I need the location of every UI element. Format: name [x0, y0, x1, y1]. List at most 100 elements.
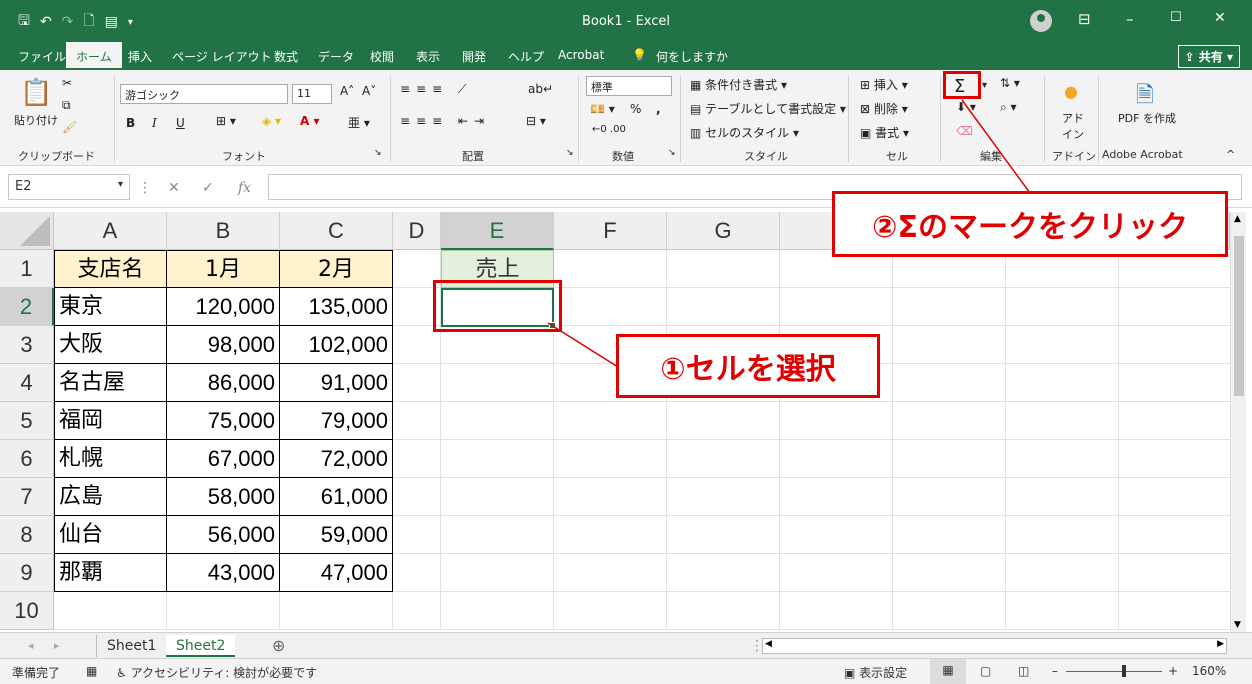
accessibility-button[interactable]: ♿ アクセシビリティ: 検討が必要です [116, 664, 317, 681]
tab-file[interactable]: ファイル [18, 48, 66, 65]
empty-cell[interactable] [393, 440, 441, 478]
zoom-slider-thumb[interactable] [1122, 665, 1126, 677]
autosum-dropdown-icon[interactable]: ▾ [982, 80, 987, 91]
empty-cell[interactable] [780, 440, 893, 478]
empty-cell[interactable] [554, 592, 667, 630]
column-header-a[interactable]: A [54, 212, 167, 250]
empty-cell[interactable] [441, 516, 554, 554]
empty-cell[interactable] [554, 516, 667, 554]
decimal-increase-icon[interactable]: ←0 .00 [592, 124, 626, 135]
vertical-scrollbar[interactable]: ▲ ▼ [1230, 212, 1246, 632]
empty-cell[interactable] [393, 402, 441, 440]
branch-name-cell[interactable]: 東京 [54, 288, 167, 326]
empty-cell[interactable] [667, 250, 780, 288]
empty-cell[interactable] [1006, 402, 1119, 440]
sales-value-cell[interactable]: 102,000 [280, 326, 393, 364]
currency-icon[interactable]: 💴 ▾ [590, 102, 615, 116]
underline-button[interactable]: U [176, 116, 185, 130]
horizontal-scrollbar[interactable]: ◀ ▶ [762, 638, 1227, 654]
empty-cell[interactable] [280, 592, 393, 630]
tab-review[interactable]: 校閲 [370, 48, 394, 65]
sales-value-cell[interactable]: 98,000 [167, 326, 280, 364]
empty-cell[interactable] [1006, 440, 1119, 478]
tab-insert[interactable]: 挿入 [128, 48, 152, 65]
tab-formulas[interactable]: 数式 [274, 48, 298, 65]
percent-button[interactable]: % [630, 102, 641, 116]
sales-value-cell[interactable]: 79,000 [280, 402, 393, 440]
empty-cell[interactable] [893, 478, 1006, 516]
font-dialog-launcher-icon[interactable]: ↘ [374, 148, 382, 158]
row-header-4[interactable]: 4 [0, 364, 54, 402]
empty-cell[interactable] [893, 402, 1006, 440]
empty-cell[interactable] [1119, 402, 1230, 440]
branch-name-cell[interactable]: 那覇 [54, 554, 167, 592]
macro-record-icon[interactable]: ▦ [86, 664, 97, 678]
tab-page-layout[interactable]: ページ レイアウト [172, 48, 272, 65]
empty-cell[interactable] [780, 554, 893, 592]
name-box[interactable]: E2 ▾ [8, 174, 130, 200]
sales-value-cell[interactable]: 67,000 [167, 440, 280, 478]
empty-cell[interactable] [441, 592, 554, 630]
paste-button[interactable]: 貼り付け [14, 112, 58, 128]
row-header-7[interactable]: 7 [0, 478, 54, 516]
ribbon-display-icon[interactable]: ⊟ [1078, 10, 1091, 28]
row-header-6[interactable]: 6 [0, 440, 54, 478]
add-sheet-icon[interactable]: ⊕ [262, 635, 295, 657]
empty-cell[interactable] [667, 402, 780, 440]
empty-cell[interactable] [667, 554, 780, 592]
empty-cell[interactable] [1119, 592, 1230, 630]
row-header-10[interactable]: 10 [0, 592, 54, 630]
scroll-right-icon[interactable]: ▶ [1217, 639, 1224, 649]
sales-value-cell[interactable]: 56,000 [167, 516, 280, 554]
user-avatar-icon[interactable] [1030, 10, 1052, 32]
next-sheet-icon[interactable]: ▸ [44, 635, 70, 657]
shrink-font-icon[interactable]: A˅ [362, 84, 376, 98]
empty-cell[interactable] [554, 402, 667, 440]
column-header-g[interactable]: G [667, 212, 780, 250]
empty-cell[interactable] [893, 516, 1006, 554]
empty-cell[interactable] [893, 364, 1006, 402]
empty-cell[interactable] [893, 440, 1006, 478]
sheet-tab-sheet1[interactable]: Sheet1 [96, 635, 166, 657]
tab-developer[interactable]: 開発 [462, 48, 486, 65]
cut-icon[interactable]: ✂ [62, 76, 72, 90]
header-cell-branch[interactable]: 支店名 [54, 250, 167, 288]
phonetic-icon[interactable]: 亜 ▾ [348, 114, 370, 131]
empty-cell[interactable] [1006, 288, 1119, 326]
number-format-select[interactable]: 標準 [586, 76, 672, 96]
page-break-view-icon[interactable]: ◫ [1018, 664, 1029, 678]
vertical-scroll-thumb[interactable] [1234, 236, 1244, 396]
tell-me-search[interactable]: 何をしますか [656, 48, 728, 65]
row-header-5[interactable]: 5 [0, 402, 54, 440]
grow-font-icon[interactable]: A˄ [340, 84, 354, 98]
collapse-ribbon-icon[interactable]: ^ [1226, 148, 1235, 161]
page-layout-view-icon[interactable]: ▢ [980, 664, 991, 678]
empty-cell[interactable] [554, 440, 667, 478]
share-button[interactable]: ⇪ 共有 ▾ [1177, 45, 1240, 68]
empty-cell[interactable] [1006, 478, 1119, 516]
border-icon[interactable]: ⊞ ▾ [216, 114, 236, 128]
tab-data[interactable]: データ [318, 48, 354, 65]
vertical-align-icons[interactable]: ≡≡≡ ⟋ [400, 82, 472, 97]
empty-cell[interactable] [893, 592, 1006, 630]
wrap-text-icon[interactable]: ab↵ [528, 82, 553, 96]
alignment-dialog-launcher-icon[interactable]: ↘ [566, 148, 574, 158]
scroll-up-icon[interactable]: ▲ [1234, 214, 1241, 224]
empty-cell[interactable] [441, 402, 554, 440]
empty-cell[interactable] [667, 478, 780, 516]
row-header-9[interactable]: 9 [0, 554, 54, 592]
empty-cell[interactable] [780, 288, 893, 326]
confirm-entry-icon[interactable]: ✓ [202, 180, 214, 196]
empty-cell[interactable] [1006, 554, 1119, 592]
empty-cell[interactable] [1119, 554, 1230, 592]
normal-view-icon[interactable]: ▦ [930, 659, 966, 684]
column-header-b[interactable]: B [167, 212, 280, 250]
sales-value-cell[interactable]: 135,000 [280, 288, 393, 326]
branch-name-cell[interactable]: 仙台 [54, 516, 167, 554]
cell-styles-button[interactable]: ▥ セルのスタイル ▾ [690, 124, 799, 141]
delete-cells-button[interactable]: ⊠ 削除 ▾ [860, 100, 908, 117]
empty-cell[interactable] [441, 440, 554, 478]
addins-button[interactable]: アド イン [1056, 110, 1090, 142]
empty-cell[interactable] [893, 288, 1006, 326]
sales-value-cell[interactable]: 47,000 [280, 554, 393, 592]
